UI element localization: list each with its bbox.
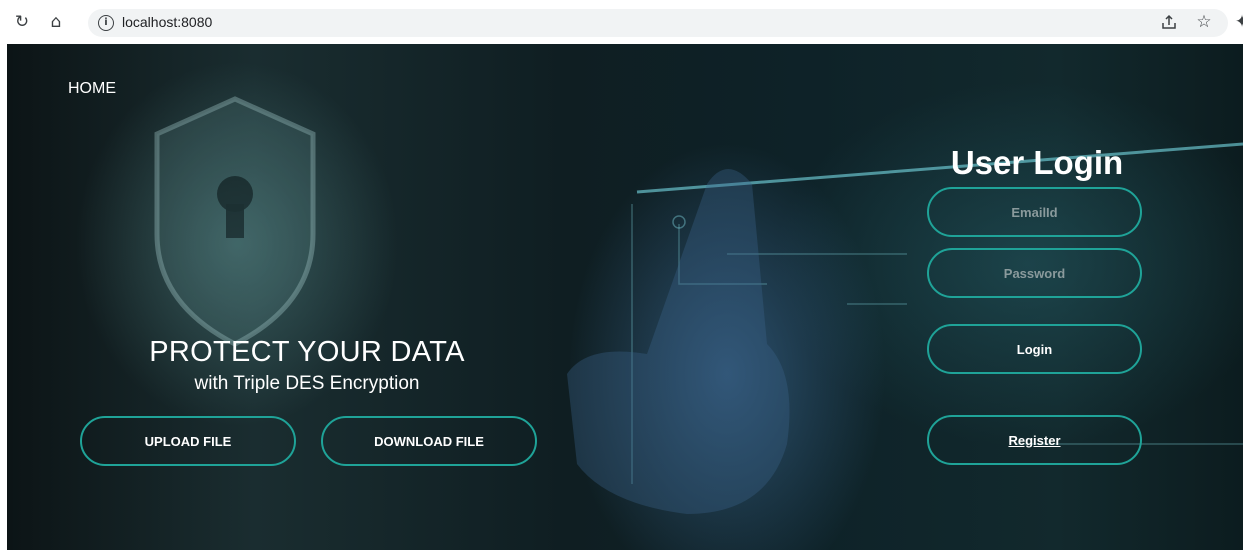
upload-file-button[interactable]: UPLOAD FILE bbox=[80, 416, 296, 466]
shield-graphic bbox=[154, 96, 316, 347]
login-button[interactable]: Login bbox=[927, 324, 1142, 374]
register-button[interactable]: Register bbox=[927, 415, 1142, 465]
download-file-button[interactable]: DOWNLOAD FILE bbox=[321, 416, 537, 466]
share-icon[interactable] bbox=[1157, 10, 1181, 34]
hand-graphic bbox=[567, 169, 790, 514]
browser-toolbar: ↻ ⌂ i localhost:8080 ☆ ✦ bbox=[0, 0, 1243, 44]
address-bar[interactable]: i localhost:8080 bbox=[88, 9, 1228, 37]
hero-subtitle: with Triple DES Encryption bbox=[194, 373, 420, 394]
star-icon[interactable]: ☆ bbox=[1192, 10, 1216, 34]
info-icon[interactable]: i bbox=[98, 15, 114, 31]
reload-icon[interactable]: ↻ bbox=[10, 10, 34, 34]
login-title: User Login bbox=[950, 144, 1124, 181]
home-icon[interactable]: ⌂ bbox=[44, 10, 68, 34]
email-field[interactable] bbox=[927, 187, 1142, 237]
url-text: localhost:8080 bbox=[122, 14, 213, 30]
nav-home-link[interactable]: HOME bbox=[68, 80, 116, 98]
password-field[interactable] bbox=[927, 248, 1142, 298]
page-background: HOME PROTECT YOUR DATA with Triple DES E… bbox=[7, 44, 1243, 550]
hero-title: PROTECT YOUR DATA bbox=[149, 336, 465, 368]
extension-icon[interactable]: ✦ bbox=[1230, 10, 1243, 34]
